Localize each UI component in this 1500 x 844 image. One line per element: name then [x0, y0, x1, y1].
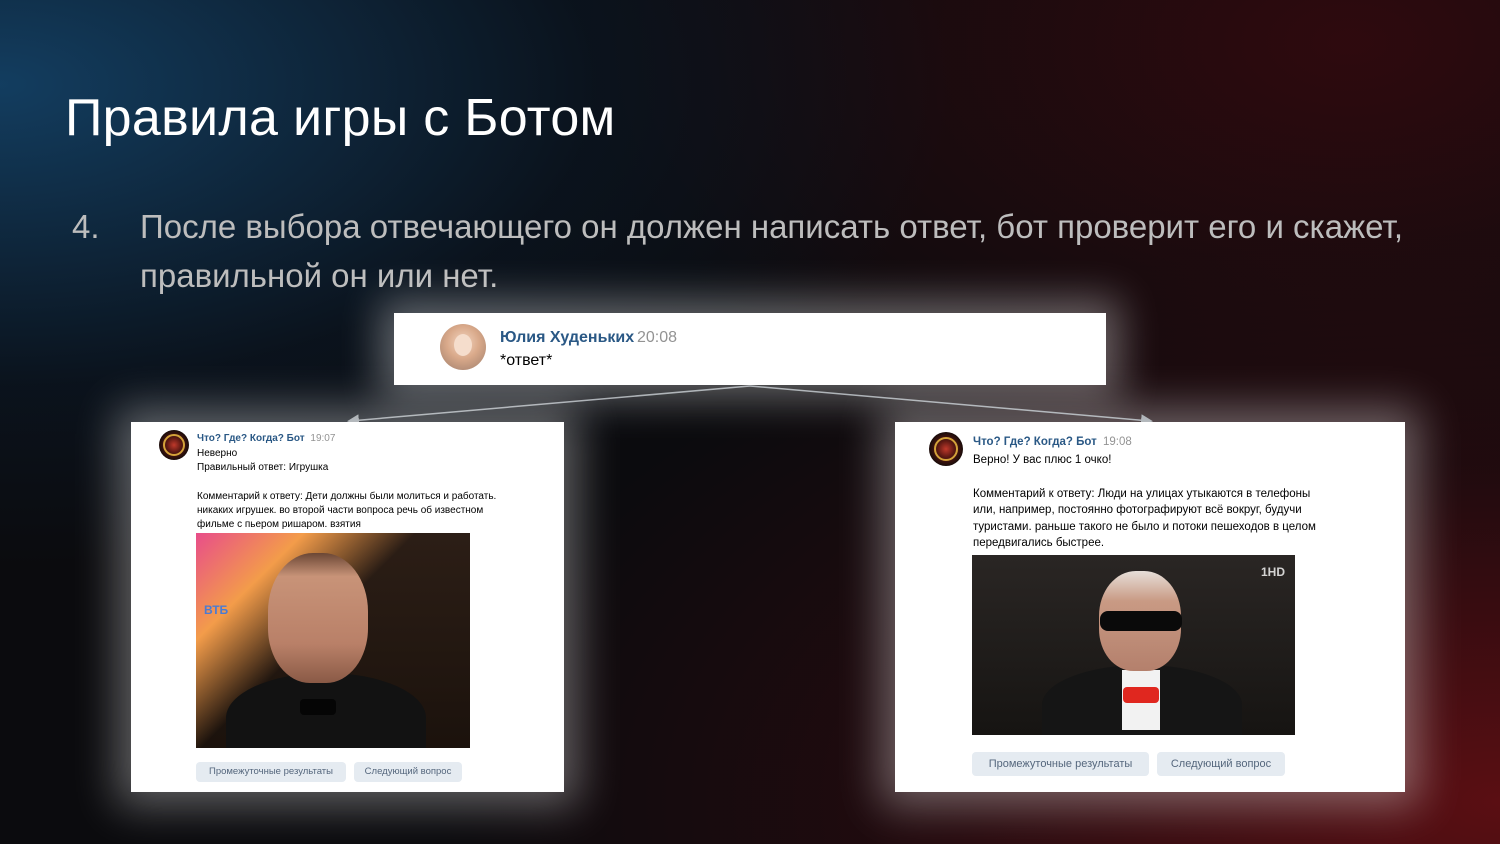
- next-question-button[interactable]: Следующий вопрос: [1157, 752, 1285, 776]
- message-text: *ответ*: [500, 352, 553, 369]
- rule-number: 4.: [72, 208, 100, 245]
- arrow-to-wrong: [347, 385, 751, 427]
- answer-comment: Комментарий к ответу: Люди на улицах уты…: [973, 487, 1316, 550]
- user-name[interactable]: Юлия Худеньких: [500, 329, 634, 347]
- vtb-logo: ВТБ: [204, 603, 229, 617]
- intermediate-results-button[interactable]: Промежуточные результаты: [196, 762, 346, 782]
- bot-name[interactable]: Что? Где? Когда? Бот: [973, 436, 1097, 448]
- intermediate-results-button[interactable]: Промежуточные результаты: [972, 752, 1149, 776]
- user-message-card: Юлия Худеньких 20:08 *ответ*: [394, 313, 1106, 385]
- verdict-text: Неверно: [197, 448, 238, 459]
- bot-name[interactable]: Что? Где? Когда? Бот: [197, 433, 305, 444]
- bot-correct-reply-card: Что? Где? Когда? Бот 19:08 Верно! У вас …: [895, 422, 1405, 792]
- attached-photo[interactable]: ВТБ: [196, 533, 470, 748]
- bot-message-body: Верно! У вас плюс 1 очко! Комментарий к …: [973, 452, 1323, 552]
- answer-comment: Комментарий к ответу: Дети должны были м…: [197, 490, 497, 531]
- slide-title: Правила игры с Ботом: [65, 89, 616, 147]
- bot-time: 19:08: [1102, 436, 1132, 448]
- next-question-button[interactable]: Следующий вопрос: [354, 762, 462, 782]
- bot-header: Что? Где? Когда? Бот 19:07: [197, 433, 335, 444]
- arrow-to-correct: [749, 385, 1153, 427]
- rule-text: После выбора отвечающего он должен напис…: [140, 208, 1404, 294]
- message-time: 20:08: [637, 329, 678, 346]
- bot-header: Что? Где? Когда? Бот 19:08: [973, 436, 1132, 448]
- user-avatar[interactable]: [440, 324, 486, 370]
- bot-message-body: Неверно Правильный ответ: Игрушка Коммен…: [197, 447, 507, 532]
- verdict-text: Верно! У вас плюс 1 очко!: [973, 454, 1112, 466]
- rule-item-4: 4. После выбора отвечающего он должен на…: [72, 202, 1432, 300]
- bot-avatar[interactable]: [159, 430, 189, 460]
- bot-avatar[interactable]: [929, 432, 963, 466]
- correct-answer-text: Правильный ответ: Игрушка: [197, 462, 329, 474]
- bot-time: 19:07: [310, 433, 336, 444]
- attached-photo[interactable]: 1HD: [972, 555, 1295, 735]
- channel-logo: 1HD: [1260, 565, 1285, 579]
- bot-wrong-reply-card: Что? Где? Когда? Бот 19:07 Неверно Прави…: [131, 422, 564, 792]
